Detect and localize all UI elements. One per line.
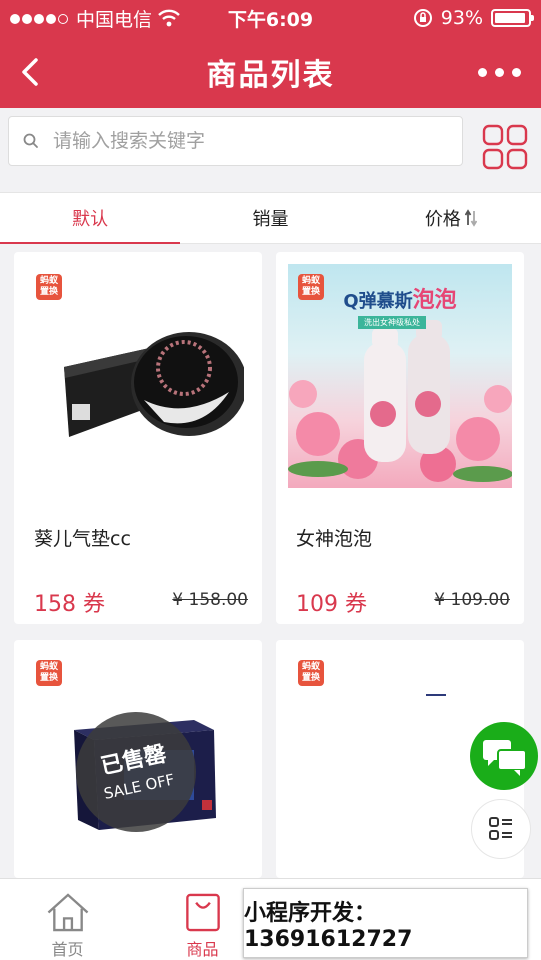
sort-arrows-icon <box>464 209 477 227</box>
mayi-badge: 蚂蚁 置换 <box>36 660 62 686</box>
product-card[interactable]: Q弹慕斯泡泡 洗出女神级私处 蚂蚁 置换 女神泡泡 109 券 ¥ 109.00 <box>276 252 524 624</box>
mayi-badge: 蚂蚁 置换 <box>298 274 324 300</box>
grid-view-icon[interactable] <box>482 124 528 170</box>
status-time: 下午6:09 <box>227 8 314 31</box>
product-card[interactable]: 蚂蚁 置换 葵儿气垫cc 158 券 ¥ 158.00 <box>14 252 262 624</box>
back-arrow-icon[interactable] <box>14 54 50 90</box>
cushion-compact-image <box>64 332 244 437</box>
product-card[interactable]: 蚂蚁 置换 已售罄 SALE OFF <box>14 640 262 878</box>
more-menu-icon[interactable] <box>478 68 521 77</box>
page-title: 商品列表 <box>206 58 335 93</box>
mayi-badge: 蚂蚁 置换 <box>36 274 62 300</box>
chat-bubbles-icon <box>483 740 527 776</box>
tab-sales[interactable]: 销量 <box>180 193 360 243</box>
search-box[interactable] <box>8 116 463 166</box>
product-name: 葵儿气垫cc <box>34 528 131 550</box>
product-price: 158 券 <box>34 592 105 617</box>
tab-price[interactable]: 价格 <box>361 193 541 243</box>
search-input[interactable] <box>53 130 433 152</box>
product-old-price: ¥ 109.00 <box>434 590 510 610</box>
product-image-placeholder <box>426 694 446 696</box>
chat-button[interactable] <box>470 722 538 790</box>
search-icon <box>23 133 38 148</box>
list-icon <box>489 817 512 840</box>
search-row <box>0 108 541 192</box>
bag-icon <box>185 893 220 932</box>
nav-bar: 商品列表 <box>0 36 541 108</box>
product-old-price: ¥ 158.00 <box>172 590 248 610</box>
banner-highlight: 泡泡 <box>412 288 457 313</box>
banner-title: Q弹慕斯 <box>343 291 413 312</box>
sort-tabs: 默认 销量 价格 <box>0 192 541 244</box>
promo-banner: 小程序开发：13691612727 <box>243 888 528 958</box>
list-menu-button[interactable] <box>471 799 531 859</box>
tab-default[interactable]: 默认 <box>0 193 181 244</box>
mayi-badge: 蚂蚁 置换 <box>298 660 324 686</box>
product-price: 109 券 <box>296 592 367 617</box>
tabbar-home[interactable]: 首页 <box>0 879 135 960</box>
status-bar: 中国电信 下午6:09 93% <box>0 0 541 36</box>
home-icon <box>47 893 88 932</box>
battery-icon <box>491 9 534 27</box>
banner-subtitle: 洗出女神级私处 <box>358 316 426 329</box>
product-name: 女神泡泡 <box>296 528 373 550</box>
